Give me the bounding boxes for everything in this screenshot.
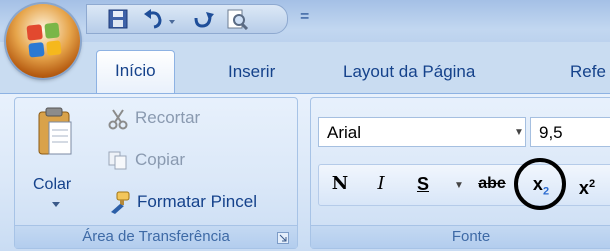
underline-dropdown-icon[interactable]: ▼ (454, 180, 464, 191)
superscript-number: 2 (588, 178, 596, 190)
italic-button[interactable]: I (368, 168, 394, 200)
office-logo-icon (26, 22, 62, 58)
quick-access-toolbar (86, 4, 288, 34)
font-name-value: Arial (327, 123, 362, 142)
format-painter-icon (111, 191, 130, 214)
font-size-field[interactable]: 9,5 (530, 117, 610, 147)
subscript-number: 2 (542, 185, 550, 198)
copy-icon (108, 151, 127, 170)
font-group-label: Fonte (311, 225, 610, 248)
redo-icon[interactable] (192, 8, 216, 30)
ribbon-tabs: Início Inserir Layout da Página Refe (0, 42, 610, 95)
clipboard-group-title: Área de Transferência (82, 228, 230, 245)
format-painter-button[interactable]: Formatar Pincel (137, 192, 257, 212)
undo-dropdown-icon[interactable] (167, 8, 177, 30)
subscript-button[interactable]: x2 (526, 168, 556, 200)
font-size-value: 9,5 (539, 123, 563, 142)
save-icon[interactable] (107, 8, 131, 30)
font-name-field[interactable]: Arial (318, 117, 526, 147)
scissors-icon (108, 109, 128, 130)
tab-inserir[interactable]: Inserir (210, 52, 293, 92)
dialog-launcher-icon[interactable] (277, 232, 289, 244)
tab-layout-da-pagina[interactable]: Layout da Página (325, 52, 493, 92)
font-group-title: Fonte (451, 228, 491, 245)
superscript-button[interactable]: x2 (572, 168, 602, 200)
subscript-label: x (532, 174, 543, 194)
bold-button[interactable]: N (326, 168, 354, 200)
copy-button[interactable]: Copiar (135, 150, 185, 170)
clipboard-group: Colar Recortar Copiar Formatar Pincel Ár… (14, 97, 298, 249)
customize-qat-icon[interactable]: = (300, 8, 309, 26)
cut-button[interactable]: Recortar (135, 108, 200, 128)
print-preview-icon[interactable] (225, 8, 249, 30)
paste-icon[interactable] (37, 106, 75, 158)
office-button[interactable] (6, 4, 80, 78)
undo-icon[interactable] (142, 8, 166, 30)
underline-button[interactable]: S (410, 168, 436, 200)
format-toolbar (318, 164, 610, 206)
tab-referencias[interactable]: Refe (552, 52, 610, 92)
paste-button[interactable]: Colar (33, 176, 71, 194)
clipboard-group-label: Área de Transferência (15, 225, 297, 248)
font-name-dropdown-icon[interactable]: ▼ (514, 127, 524, 138)
superscript-label: x (578, 178, 589, 198)
paste-dropdown-icon[interactable] (51, 201, 61, 209)
strikethrough-button[interactable]: abe (472, 168, 512, 200)
tab-inicio[interactable]: Início (96, 50, 175, 95)
